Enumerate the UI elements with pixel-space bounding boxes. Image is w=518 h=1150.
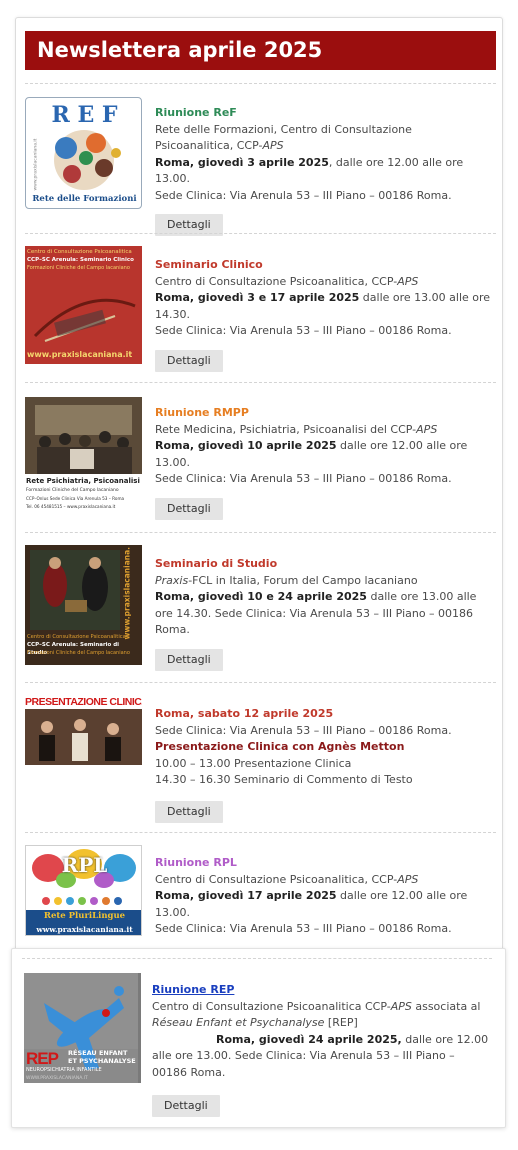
details-button[interactable]: Dettagli	[155, 648, 223, 671]
event-subtitle: Presentazione Clinica con Agnès Metton	[155, 740, 405, 753]
event-item-seminario-studio: www.praxislacaniana. Centro di Consultaz…	[25, 545, 496, 671]
event-place: Sede Clinica: Via Arenula 53 – III Piano…	[155, 922, 452, 935]
ref-logo-caption: Rete delle Formazioni	[32, 194, 137, 204]
event-card-rep: REP RÉSEAU ENFANT ET PSYCHANALYSE NEUROP…	[11, 948, 506, 1128]
thumb-caption-4: Tel. 06 45481515 – www.praxislacaniana.i…	[26, 504, 116, 509]
rpl-footer-url: www.praxislacaniana.it	[26, 923, 141, 935]
separator	[25, 83, 496, 84]
event-item-seminario-clinico: Centro di Consultazione Psicoanalitica C…	[25, 246, 496, 372]
event-organizer: Praxis-FCL in Italia, Forum del Campo la…	[155, 573, 418, 587]
rpl-logo-caption: Rete PluriLingue	[26, 910, 141, 923]
rep-logo-text: REP	[26, 1049, 59, 1068]
event-date: Roma, giovedì 3 aprile 2025, dalle ore 1…	[155, 155, 464, 186]
ref-thumbnail: R E F Rete delle Formazioni www.praxisla…	[25, 97, 142, 209]
event-organizer: Centro di Consultazione Psicoanalitica, …	[155, 274, 419, 288]
event-title: Seminario di Studio	[155, 557, 278, 570]
ref-side-url: www.praxislacaniana.it	[33, 138, 39, 191]
thumb-banner: PRESENTAZIONE CLINICA	[25, 695, 142, 709]
thumb-line-1: Centro di Consultazione Psicoanalitica	[27, 249, 132, 255]
rep-logo-sub-3: NEUROPSICHIATRIA INFANTILE	[26, 1067, 102, 1073]
event-date-place: Roma, giovedì 10 e 24 aprile 2025 dalle …	[155, 590, 477, 636]
seminario-studio-thumbnail: www.praxislacaniana. Centro di Consultaz…	[25, 545, 142, 665]
thumb-line-3: Formazioni Cliniche del Campo lacaniano	[27, 650, 130, 656]
seminario-clinico-thumbnail: Centro di Consultazione Psicoanalitica C…	[25, 246, 142, 364]
details-button[interactable]: Dettagli	[155, 497, 223, 520]
event-date: Roma, giovedì 10 aprile 2025 dalle ore 1…	[155, 439, 468, 469]
separator	[25, 532, 496, 533]
event-item-ref: R E F Rete delle Formazioni www.praxisla…	[25, 97, 496, 236]
details-button[interactable]: Dettagli	[152, 1095, 220, 1117]
rpl-logo-text: RPL	[61, 853, 108, 877]
thumb-footer-url: www.praxislacaniana.it	[27, 350, 133, 359]
event-title: Riunione RMPP	[155, 406, 249, 419]
event-text: Riunione ReF Rete delle Formazioni, Cent…	[155, 105, 493, 236]
event-title: Riunione ReF	[155, 106, 237, 119]
rep-footer-url: WWW.PRAXISLACANIANA.IT	[26, 1076, 88, 1081]
details-button[interactable]: Dettagli	[155, 800, 223, 823]
event-organizer: Centro di Consultazione Psicoanalitica, …	[155, 872, 419, 886]
ref-logo-text: R E F	[51, 102, 118, 128]
thumb-caption-3: CCP–Onlus Sede Clinica Via Arenula 53 – …	[26, 496, 125, 501]
thumb-caption-1: Rete Psichiatria, Psicoanalisi	[26, 477, 140, 485]
newsletter-title: Newslettera aprile 2025	[25, 31, 496, 70]
rmpp-thumbnail: Rete Psichiatria, Psicoanalisi Formazion…	[25, 397, 142, 515]
separator	[25, 233, 496, 234]
thumb-side-url: www.praxislacaniana.	[122, 546, 132, 640]
event-item-rmpp: Rete Psichiatria, Psicoanalisi Formazion…	[25, 397, 496, 522]
event-organizer: Rete delle Formazioni, Centro di Consult…	[155, 122, 412, 153]
event-network: Réseau Enfant et Psychanalyse [REP]	[152, 1016, 358, 1029]
event-place: Sede Clinica: Via Arenula 53 – III Piano…	[155, 472, 452, 485]
event-text: Roma, sabato 12 aprile 2025 Sede Clinica…	[155, 706, 493, 823]
event-text: Riunione REP Centro di Consultazione Psi…	[152, 982, 492, 1117]
thumb-line-2: CCP–SC Arenula: Seminario Clinico	[27, 257, 134, 263]
rep-logo-sub-2: ET PSYCHANALYSE	[68, 1057, 136, 1065]
separator	[22, 958, 492, 959]
event-title: Seminario Clinico	[155, 258, 263, 271]
event-organizer: Rete Medicina, Psichiatria, Psicoanalisi…	[155, 422, 438, 436]
separator	[25, 682, 496, 683]
event-title: Riunione RPL	[155, 856, 237, 869]
thumb-line-3: Formazioni Cliniche del Campo lacaniano	[27, 265, 130, 271]
rep-logo-sub-1: RÉSEAU ENFANT	[68, 1049, 128, 1057]
thumb-caption-2: Formazioni Cliniche del Campo lacaniano	[26, 488, 119, 493]
event-place: Sede Clinica: Via Arenula 53 – III Piano…	[155, 188, 452, 202]
event-time-2: 14.30 – 16.30 Seminario di Commento di T…	[155, 773, 413, 786]
event-date-place: Roma, giovedì 24 aprile 2025, dalle ore …	[152, 1032, 489, 1079]
event-place: Sede Clinica: Via Arenula 53 – III Piano…	[155, 723, 452, 737]
event-date: Roma, giovedì 17 aprile 2025 dalle ore 1…	[155, 889, 468, 919]
event-organizer: Centro di Consultazione Psicoanalitica C…	[152, 999, 481, 1013]
event-item-presentazione-clinica: PRESENTAZIONE CLINICA Roma, sabato 12 ap…	[25, 695, 496, 825]
separator	[25, 382, 496, 383]
event-text: Riunione RPL Centro di Consultazione Psi…	[155, 855, 493, 962]
rep-thumbnail: REP RÉSEAU ENFANT ET PSYCHANALYSE NEUROP…	[24, 973, 141, 1083]
details-button[interactable]: Dettagli	[155, 349, 223, 372]
event-place: Sede Clinica: Via Arenula 53 – III Piano…	[155, 324, 452, 337]
event-text: Seminario di Studio Praxis-FCL in Italia…	[155, 556, 493, 671]
event-title: Roma, sabato 12 aprile 2025	[155, 707, 334, 720]
separator	[25, 832, 496, 833]
presentazione-thumbnail: PRESENTAZIONE CLINICA	[25, 695, 142, 765]
event-item-rpl: RPL Rete PluriLingue www.praxislacaniana…	[25, 845, 496, 962]
event-text: Riunione RMPP Rete Medicina, Psichiatria…	[155, 405, 493, 520]
event-time-1: 10.00 – 13.00 Presentazione Clinica	[155, 756, 352, 770]
rpl-thumbnail: RPL Rete PluriLingue www.praxislacaniana…	[25, 845, 142, 936]
event-text: Seminario Clinico Centro di Consultazion…	[155, 257, 493, 372]
event-date: Roma, giovedì 3 e 17 aprile 2025 dalle o…	[155, 291, 491, 321]
thumb-line-1: Centro di Consultazione Psicoanalitica	[27, 634, 126, 640]
event-title-link[interactable]: Riunione REP	[152, 982, 492, 999]
